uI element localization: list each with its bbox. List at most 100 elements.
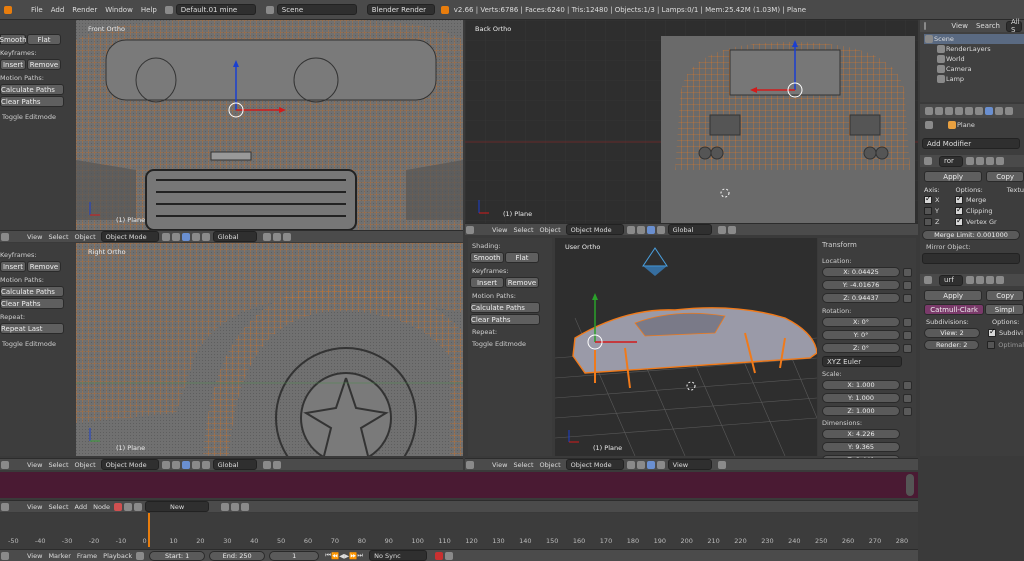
select-menu[interactable]: Select [45, 233, 71, 241]
layers-icon[interactable] [717, 460, 726, 469]
mirror-modifier-name[interactable]: ror [939, 155, 963, 167]
merge-limit-field[interactable]: Merge Limit: 0.001000 [922, 230, 1020, 240]
menu-add[interactable]: Add [47, 6, 69, 14]
clipping-checkbox[interactable] [955, 205, 963, 215]
layers2-icon[interactable] [272, 232, 281, 241]
shading-icon[interactable] [626, 225, 635, 234]
outliner-item[interactable]: Scene [934, 35, 954, 43]
outliner-item[interactable]: Camera [946, 65, 972, 73]
end-frame-field[interactable]: End: 250 [209, 550, 266, 561]
scene-icon[interactable] [265, 5, 274, 14]
object-menu[interactable]: Object [537, 226, 564, 234]
translate-icon[interactable] [656, 460, 665, 469]
optimal-display-checkbox[interactable] [987, 341, 996, 349]
lock-icon[interactable] [903, 267, 912, 277]
select-menu[interactable]: Select [510, 461, 536, 469]
mirror-apply-button[interactable]: Apply [924, 171, 983, 182]
view-levels-field[interactable]: View: 2 [924, 328, 980, 338]
outliner-search-menu[interactable]: Search [972, 22, 1004, 30]
object-tab-icon[interactable] [965, 107, 973, 115]
scene-field[interactable]: Scene [276, 4, 357, 15]
translate-icon[interactable] [191, 460, 200, 469]
eye-icon[interactable] [976, 276, 984, 284]
clear-paths-button[interactable]: Clear Paths [0, 96, 64, 107]
rotation-x-field[interactable]: X: 0° [822, 317, 900, 327]
clear-paths-button[interactable]: Clear Paths [470, 314, 540, 325]
dimension-y-field[interactable]: Y: 9.365 [822, 442, 900, 452]
timeline-area[interactable]: -50 -40 -30 -20 -10 0 10 20 30 40 50 60 70 80 90 100 110… [0, 513, 918, 549]
smooth-button[interactable]: Smooth [0, 34, 27, 45]
node-node-menu[interactable]: Node [90, 503, 113, 511]
editor-type-icon[interactable] [466, 225, 474, 234]
timeline-frame-menu[interactable]: Frame [74, 552, 100, 560]
location-x-field[interactable]: X: 0.04425 [822, 267, 900, 277]
preview-range-icon[interactable] [136, 551, 145, 560]
keying-set-icon[interactable] [445, 551, 454, 560]
add-modifier-dropdown[interactable]: Add Modifier [922, 138, 1020, 149]
axis-z-checkbox[interactable] [924, 217, 932, 226]
orientation-dropdown[interactable]: Global [212, 231, 257, 242]
clear-paths-button[interactable]: Clear Paths [0, 298, 64, 309]
editor-type-icon[interactable] [1, 232, 9, 241]
lock-icon[interactable] [903, 317, 912, 327]
screen-layout-icon[interactable] [164, 5, 173, 14]
rotation-z-field[interactable]: Z: 0° [822, 343, 900, 353]
layers-icon[interactable] [717, 225, 726, 234]
insert-keyframe-button[interactable]: Insert [470, 277, 504, 288]
view-menu[interactable]: View [24, 461, 45, 469]
right-ortho-viewport[interactable]: Right Ortho (1) Plane [76, 243, 463, 456]
pivot-icon[interactable] [636, 460, 645, 469]
user-ortho-viewport[interactable]: User Ortho (1) Plane [555, 238, 817, 456]
rotate-icon[interactable] [201, 232, 210, 241]
view-menu[interactable]: View [24, 233, 45, 241]
select-menu[interactable]: Select [45, 461, 71, 469]
location-y-field[interactable]: Y: -4.01676 [822, 280, 900, 290]
constraints-tab-icon[interactable] [975, 107, 983, 115]
remove-keyframe-button[interactable]: Remove [27, 59, 61, 70]
orientation-dropdown[interactable]: View [667, 459, 712, 470]
catmull-clark-tab[interactable]: Catmull-Clark [924, 304, 985, 315]
orientation-dropdown[interactable]: Global [212, 459, 257, 470]
calculate-paths-button[interactable]: Calculate Paths [470, 302, 540, 313]
scale-y-field[interactable]: Y: 1.000 [822, 393, 900, 403]
data-tab-icon[interactable] [995, 107, 1003, 115]
repeat-last-button[interactable]: Repeat Last [0, 323, 64, 334]
new-node-tree-button[interactable]: New [145, 501, 210, 512]
blender-logo-icon[interactable] [4, 5, 12, 14]
timeline-marker-menu[interactable]: Marker [45, 552, 73, 560]
toggle-editmode-button[interactable]: Toggle Editmode [468, 340, 552, 348]
transform-title[interactable]: Transform [822, 241, 916, 249]
mirror-object-field[interactable] [922, 253, 1020, 264]
layers-icon[interactable] [262, 460, 271, 469]
mode-dropdown[interactable]: Object Mode [565, 224, 624, 235]
toggle-editmode-button[interactable]: Toggle Editmode [0, 340, 76, 348]
mirror-copy-button[interactable]: Copy [986, 171, 1024, 182]
subdivide-uvs-checkbox[interactable] [988, 327, 996, 337]
flat-button[interactable]: Flat [27, 34, 61, 45]
eye-icon[interactable] [976, 157, 984, 165]
editmode-toggle-icon[interactable] [986, 157, 994, 165]
axis-y-checkbox[interactable] [924, 206, 932, 215]
scale-z-field[interactable]: Z: 1.000 [822, 406, 900, 416]
subsurf-modifier-name[interactable]: urf [939, 274, 963, 286]
editor-type-icon[interactable] [1, 460, 9, 469]
outliner-item[interactable]: Lamp [946, 75, 964, 83]
shading-icon[interactable] [626, 460, 635, 469]
node-add-menu[interactable]: Add [72, 503, 91, 511]
subsurf-apply-button[interactable]: Apply [924, 290, 983, 301]
pivot-icon[interactable] [171, 460, 180, 469]
editor-type-icon[interactable] [1, 502, 9, 511]
shading-icon[interactable] [161, 460, 170, 469]
view-menu[interactable]: View [489, 461, 510, 469]
select-menu[interactable]: Select [510, 226, 536, 234]
layers-icon[interactable] [262, 232, 271, 241]
snap-icon[interactable] [727, 225, 736, 234]
render-toggle-icon[interactable] [966, 157, 974, 165]
flat-button[interactable]: Flat [505, 252, 539, 263]
node-view-menu[interactable]: View [24, 503, 45, 511]
snap-icon[interactable] [272, 460, 281, 469]
smooth-button[interactable]: Smooth [470, 252, 504, 263]
render-levels-field[interactable]: Render: 2 [924, 340, 980, 350]
dimension-x-field[interactable]: X: 4.226 [822, 429, 900, 439]
shader-nodes-icon[interactable] [114, 502, 123, 511]
